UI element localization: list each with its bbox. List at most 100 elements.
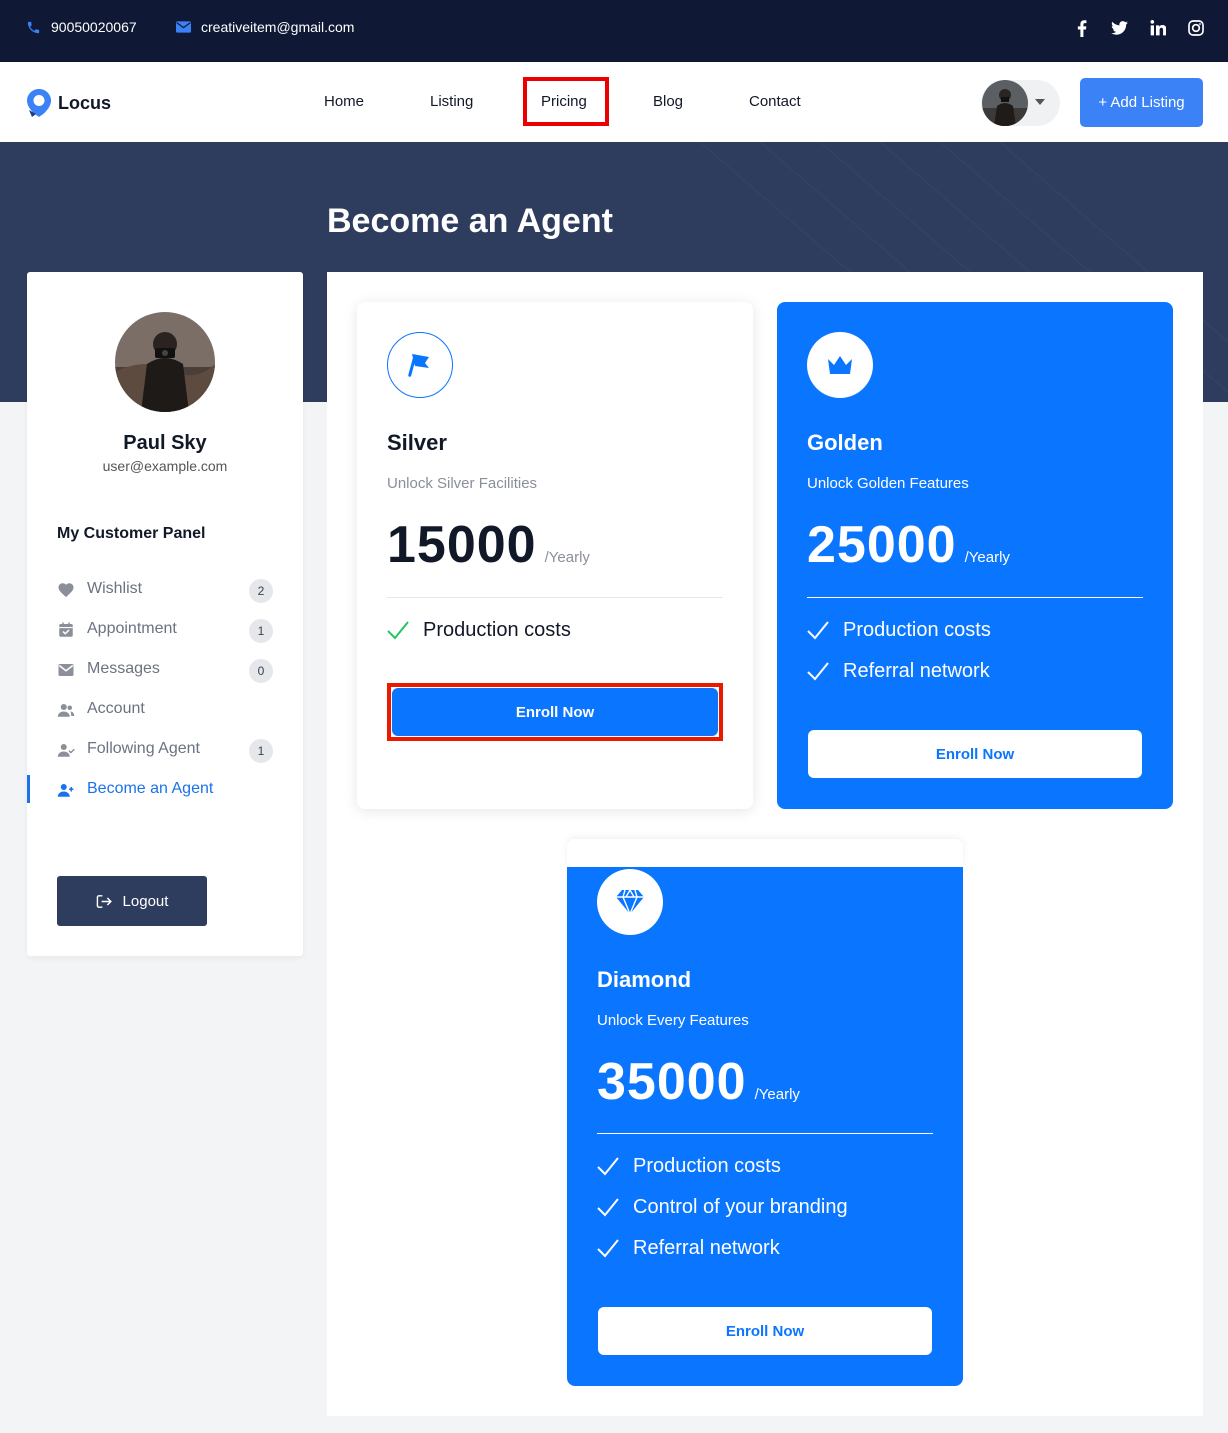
enroll-now-button-silver[interactable]: Enroll Now [392,688,718,736]
check-icon [597,1198,619,1217]
plan-description: Unlock Golden Features [807,475,969,492]
feature-label: Production costs [633,1154,781,1177]
check-icon [597,1239,619,1258]
price-period: /Yearly [964,549,1010,566]
plan-price: 35000 /Yearly [597,1052,800,1112]
logout-button[interactable]: Logout [57,876,207,926]
count-badge: 2 [249,579,273,603]
twitter-icon[interactable] [1110,19,1128,37]
count-badge: 1 [249,739,273,763]
plan-price: 25000 /Yearly [807,515,1010,575]
feature-label: Referral network [843,659,990,682]
instagram-icon[interactable] [1187,19,1205,37]
check-icon [807,621,829,640]
plan-feature: Production costs [387,617,571,643]
active-indicator [27,775,30,803]
plan-icon-container [387,332,453,398]
plan-feature: Control of your branding [597,1194,848,1220]
logout-icon [96,894,112,908]
user-check-icon [57,744,75,757]
price-amount: 25000 [807,516,957,574]
profile-avatar [115,312,215,412]
sidebar-item-label: Following Agent [87,740,200,757]
feature-label: Referral network [633,1236,780,1259]
email-address: creativeitem@gmail.com [201,19,355,35]
plan-description: Unlock Every Features [597,1012,749,1029]
price-amount: 15000 [387,516,537,574]
price-period: /Yearly [754,1086,800,1103]
user-menu-toggle[interactable] [981,80,1060,126]
calendar-icon [59,622,73,637]
divider [807,597,1143,598]
sidebar-item-wishlist[interactable]: Wishlist 2 [27,574,303,604]
flag-icon [408,354,429,377]
feature-label: Production costs [843,618,991,641]
divider [597,1133,933,1134]
phone-contact[interactable]: 90050020067 [26,19,137,35]
check-icon [387,621,409,640]
main-navbar: Locus Home Listing Pricing Blog Contact … [0,62,1228,142]
avatar [982,80,1028,126]
email-contact[interactable]: creativeitem@gmail.com [176,19,354,35]
enroll-now-button-golden[interactable]: Enroll Now [808,730,1142,778]
plan-name: Golden [807,430,883,455]
plan-icon-container [597,869,663,935]
plan-icon-container [807,332,873,398]
plan-description: Unlock Silver Facilities [387,475,538,492]
feature-label: Production costs [423,618,571,641]
user-plus-icon [57,784,74,797]
nav-blog[interactable]: Blog [653,93,683,110]
envelope-icon [176,21,191,33]
nav-contact[interactable]: Contact [749,93,801,110]
plan-feature: Referral network [807,658,990,684]
heart-icon [58,583,74,598]
count-badge: 0 [249,659,273,683]
sidebar-item-account[interactable]: Account [27,694,303,724]
sidebar-item-appointment[interactable]: Appointment 1 [27,614,303,644]
divider [387,597,723,598]
plan-feature: Production costs [597,1153,781,1179]
card-top-strip [567,839,963,867]
panel-title: My Customer Panel [57,525,206,542]
sidebar-item-label: Messages [87,660,160,677]
sidebar-item-label: Appointment [87,620,177,637]
sidebar-item-label: Wishlist [87,580,143,597]
add-listing-button[interactable]: + Add Listing [1080,78,1203,127]
nav-pricing[interactable]: Pricing [541,93,587,110]
plan-feature: Production costs [807,617,991,643]
plan-card-golden: Golden Unlock Golden Features 25000 /Yea… [777,302,1173,809]
count-badge: 1 [249,619,273,643]
site-logo[interactable]: Locus [26,88,111,118]
enroll-now-button-diamond[interactable]: Enroll Now [598,1307,932,1355]
feature-label: Control of your branding [633,1195,848,1218]
plan-price: 15000 /Yearly [387,515,590,575]
profile-name: Paul Sky [123,432,207,454]
sidebar-item-label: Become an Agent [87,780,214,797]
plan-feature: Referral network [597,1235,780,1261]
diamond-icon [616,889,644,915]
plan-name: Diamond [597,967,692,992]
check-icon [807,662,829,681]
sidebar-item-messages[interactable]: Messages 0 [27,654,303,684]
sidebar-item-following-agent[interactable]: Following Agent 1 [27,734,303,764]
nav-home[interactable]: Home [324,93,364,110]
facebook-icon[interactable] [1073,19,1091,37]
nav-listing[interactable]: Listing [430,93,473,110]
price-period: /Yearly [544,549,590,566]
plan-name: Silver [387,430,447,455]
linkedin-icon[interactable] [1149,19,1167,37]
plan-card-diamond: Diamond Unlock Every Features 35000 /Yea… [567,867,963,1386]
phone-icon [27,21,40,33]
profile-email: user@example.com [102,458,228,474]
sidebar-item-label: Account [87,700,145,717]
page-title: Become an Agent [327,202,613,240]
sidebar-item-become-agent[interactable]: Become an Agent [27,774,303,804]
caret-down-icon [1035,99,1045,105]
location-pin-icon [27,89,51,117]
envelope-icon [58,664,74,676]
check-icon [597,1157,619,1176]
phone-number: 90050020067 [51,19,137,35]
crown-icon [828,356,852,374]
logo-text: Locus [58,92,112,113]
pricing-panel: Silver Unlock Silver Facilities 15000 /Y… [327,272,1203,1416]
